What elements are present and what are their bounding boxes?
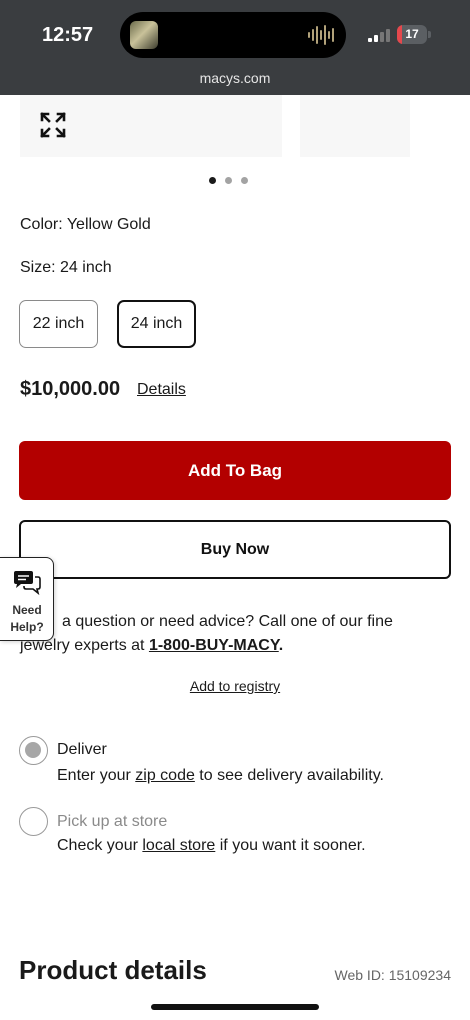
product-image-next[interactable] <box>300 95 410 157</box>
registry-container: Add to registry <box>0 678 470 694</box>
carousel-dot[interactable] <box>241 177 248 184</box>
need-help-label: Need Help? <box>0 602 54 636</box>
address-bar-url[interactable]: macys.com <box>0 70 470 86</box>
local-store-link[interactable]: local store <box>142 837 215 854</box>
size-option-22[interactable]: 22 inch <box>19 300 98 348</box>
pickup-post: if you want it sooner. <box>215 837 366 854</box>
pickup-description: Check your local store if you want it so… <box>57 837 366 855</box>
deliver-pre: Enter your <box>57 767 136 784</box>
color-label: Color: Yellow Gold <box>20 216 151 233</box>
carousel-dot[interactable] <box>225 177 232 184</box>
deliver-description: Enter your zip code to see delivery avai… <box>57 767 384 785</box>
product-details-heading: Product details <box>19 955 207 985</box>
cellular-signal-icon <box>368 28 390 42</box>
buy-now-button[interactable]: Buy Now <box>19 520 451 579</box>
expand-arrows-icon[interactable] <box>38 110 68 140</box>
carousel-pagination[interactable] <box>209 177 248 184</box>
status-time: 12:57 <box>42 24 94 46</box>
chat-bubbles-icon <box>14 571 41 595</box>
need-help-button[interactable]: Need Help? <box>0 557 54 641</box>
home-indicator[interactable] <box>151 1004 319 1010</box>
dynamic-island[interactable] <box>120 12 346 58</box>
zip-code-link[interactable]: zip code <box>135 767 195 784</box>
now-playing-artwork <box>130 21 158 49</box>
need-help-line2: Help? <box>10 620 44 634</box>
advice-period: . <box>278 637 284 654</box>
jewelry-advice-text: a question or need advice? Call one of o… <box>20 610 440 658</box>
size-label: Size: 24 inch <box>20 259 112 276</box>
deliver-title: Deliver <box>57 741 107 758</box>
battery-nub <box>428 31 431 38</box>
battery-percent: 17 <box>405 27 419 41</box>
add-to-registry-link[interactable]: Add to registry <box>190 678 280 694</box>
battery-icon: 17 <box>397 25 427 44</box>
status-bar: 12:57 17 macys.com <box>0 0 470 95</box>
deliver-radio[interactable] <box>19 736 48 765</box>
pickup-title: Pick up at store <box>57 813 168 830</box>
price: $10,000.00 <box>20 378 121 400</box>
pickup-pre: Check your <box>57 837 143 854</box>
phone-link[interactable]: 1-800-BUY-MACY <box>149 637 279 654</box>
web-id: Web ID: 15109234 <box>334 967 452 983</box>
audio-waveform-icon <box>308 24 334 46</box>
need-help-line1: Need <box>12 603 42 617</box>
carousel-dot[interactable] <box>209 177 216 184</box>
add-to-bag-button[interactable]: Add To Bag <box>19 441 451 500</box>
deliver-post: to see delivery availability. <box>194 767 384 784</box>
price-details-link[interactable]: Details <box>137 381 186 399</box>
size-option-24[interactable]: 24 inch <box>117 300 196 348</box>
pickup-radio[interactable] <box>19 807 48 836</box>
